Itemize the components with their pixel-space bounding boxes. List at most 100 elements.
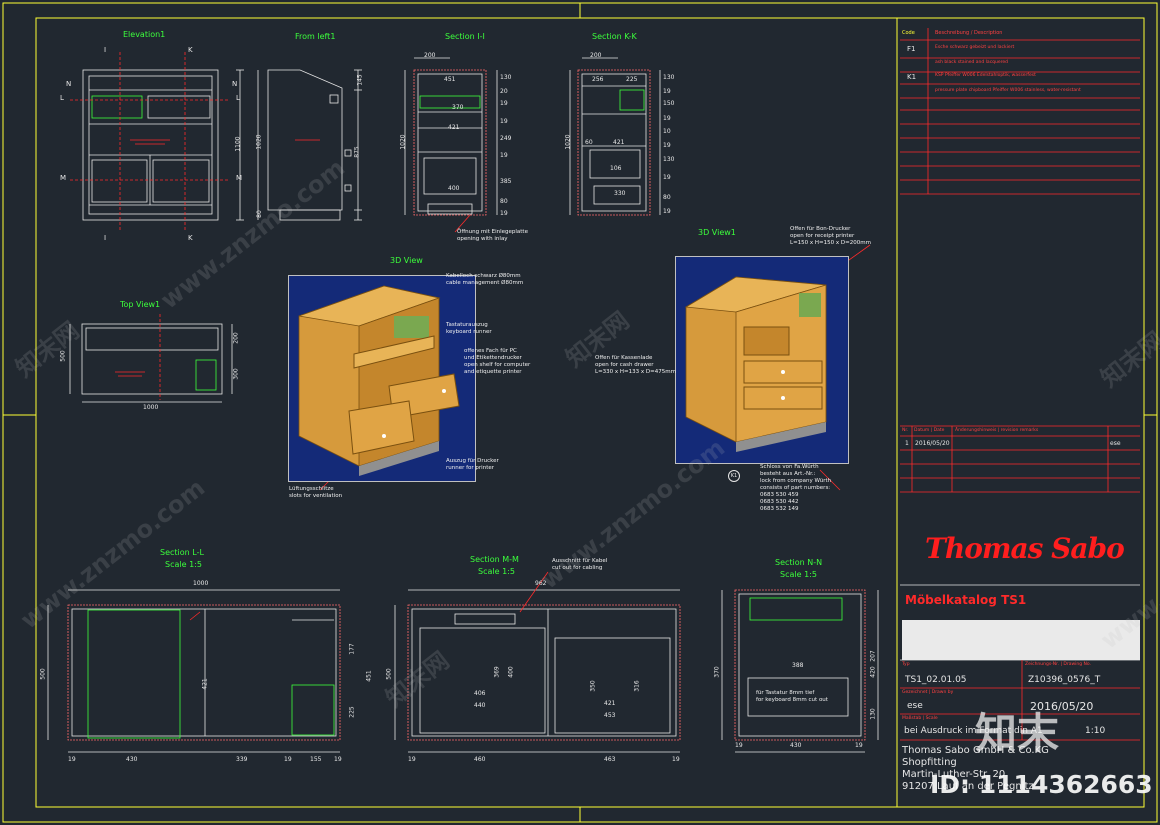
title-section-mm: Section M-M	[470, 555, 519, 564]
dim-ii-370: 370	[452, 104, 464, 111]
drawing-no-label: Zeichnungs-Nr. | Drawing No.	[1025, 662, 1092, 667]
drawing-no-value: Z10396_0576_T	[1028, 675, 1101, 685]
marker-m-left: M	[60, 174, 67, 182]
company-dept: Shopfitting	[902, 757, 957, 768]
dim-elev-1100: 1100	[234, 136, 242, 152]
dim-ii-r7: 80	[500, 198, 508, 205]
dim-kk-200: 200	[590, 52, 602, 59]
legend-desc-k1-de: KSP Pfeiffer W006 Edelstahloptik, wasser…	[935, 73, 1036, 78]
dim-kk-225: 225	[626, 76, 638, 83]
dim-kk-330: 330	[614, 190, 626, 197]
drawn-by-label: Gezeichnet | Drawn by	[902, 690, 954, 695]
legend-code-k1: K1	[907, 73, 917, 81]
marker-i-bottom: I	[104, 234, 107, 242]
dim-kk-421: 421	[613, 139, 625, 146]
dim-kk-r3: 19	[663, 115, 671, 122]
dim-ll-500: 500	[39, 668, 47, 680]
dim-ii-400: 400	[448, 185, 460, 192]
dim-ll-1000: 1000	[193, 580, 209, 587]
brand-logo: Thomas Sabo	[925, 532, 1125, 565]
title-3d-view: 3D View	[390, 256, 423, 265]
marker-i-top: I	[104, 46, 107, 54]
dim-ii-r0: 130	[500, 74, 512, 81]
dim-kk-r6: 130	[663, 156, 675, 163]
legend-desc-k1-en: pressure plate chipboard Pfeiffer W006 s…	[935, 88, 1081, 93]
dim-ll-177: 177	[348, 643, 356, 655]
revision-header-date: Datum | Date	[914, 428, 945, 433]
dim-ii-451: 451	[444, 76, 456, 83]
revision-row-date: 2016/05/20	[915, 440, 950, 447]
dim-kk-1020: 1020	[564, 134, 572, 150]
dim-ll-b1: 430	[126, 756, 138, 763]
revision-row-by: ese	[1110, 440, 1121, 447]
top-view-drawing	[69, 314, 233, 403]
title-top-view1: Top View1	[120, 300, 161, 309]
dim-nn-b0: 19	[735, 742, 743, 749]
dim-ii-r5: 19	[500, 152, 508, 159]
section-ii-drawing	[404, 57, 498, 233]
marker-n-right: N	[232, 80, 238, 88]
watermark-id: ID: 1114362663	[930, 770, 1153, 799]
note-cash-drawer: Offen für Kassenlade open for cash drawe…	[595, 355, 676, 375]
dim-ii-r3: 19	[500, 118, 508, 125]
note-open-shelf: offenes Fach für PC und Etikettendrucker…	[464, 348, 531, 375]
dim-kk-60: 60	[585, 139, 593, 146]
dim-ii-421: 421	[448, 124, 460, 131]
dim-nn-b1: 430	[790, 742, 802, 749]
note-lock-wuerth: Schloss von Fa.Würth besteht aus Art.-Nr…	[760, 464, 832, 512]
dim-mm-406: 406	[474, 690, 486, 697]
dim-kk-r1: 19	[663, 88, 671, 95]
marker-l-left: L	[60, 94, 64, 102]
dim-mm-400: 400	[507, 666, 515, 678]
scale-section-ll: Scale 1:5	[165, 560, 202, 569]
drawn-by-value: ese	[907, 701, 923, 711]
dim-ii-r4: 249	[500, 135, 512, 142]
view3d-right-render	[675, 256, 849, 464]
dim-mm-453: 453	[604, 712, 616, 719]
dim-kk-r8: 80	[663, 194, 671, 201]
legend-desc-f1-en: ash black stained and lacquered	[935, 60, 1009, 65]
title-section-ll: Section L-L	[160, 548, 204, 557]
dim-mm-440: 440	[474, 702, 486, 709]
dim-kk-r7: 19	[663, 174, 671, 181]
dim-ll-b0: 19	[68, 756, 76, 763]
title-section-ii: Section I-I	[445, 32, 485, 41]
note-opening-inlay: Öffnung mit Einlegeplatte opening with i…	[457, 229, 528, 242]
type-label: Typ	[902, 662, 910, 667]
scale-value: 1:10	[1085, 726, 1106, 736]
dim-mm-316: 316	[633, 680, 641, 692]
dim-mm-b1: 460	[474, 756, 486, 763]
note-printer-runner: Auszug für Drucker runner for printer	[446, 458, 499, 471]
dim-mm-369: 369	[493, 666, 501, 678]
view3d-left-render	[288, 275, 476, 482]
revision-header-nr: Nr.	[902, 428, 909, 433]
dim-nn-370: 370	[713, 666, 721, 678]
dim-kk-r4: 10	[663, 128, 671, 135]
dim-mm-350: 350	[589, 680, 597, 692]
dim-nn-388: 388	[792, 662, 804, 669]
title-section-nn: Section N-N	[775, 558, 823, 567]
title-elevation1: Elevation1	[123, 30, 166, 39]
section-ll-drawing	[47, 589, 341, 753]
dim-left-145: 145	[356, 74, 364, 86]
dim-kk-r9: 19	[663, 208, 671, 215]
legend-desc-f1-de: Esche schwarz gebeizt und lackiert	[935, 45, 1015, 50]
legend-header-desc: Beschreibung / Description	[935, 30, 1003, 36]
title-3d-view1: 3D View1	[698, 228, 736, 237]
dim-mm-421: 421	[604, 700, 616, 707]
dim-nn-207: 207	[869, 650, 877, 662]
k1-detail-marker: K1	[728, 470, 740, 482]
dim-top-300: 300	[232, 368, 240, 380]
scale-section-mm: Scale 1:5	[478, 567, 515, 576]
dim-ii-r8: 19	[500, 210, 508, 217]
watermark-brand-cn: 知末	[975, 709, 1060, 758]
dim-ll-421: 421	[201, 678, 209, 690]
dim-mm-b3: 19	[672, 756, 680, 763]
dim-left-875: 875	[353, 146, 361, 158]
dim-ii-200: 200	[424, 52, 436, 59]
dim-ii-1020: 1020	[399, 134, 407, 150]
type-value: TS1_02.01.05	[905, 675, 967, 685]
dim-ll-225: 225	[348, 706, 356, 718]
dim-kk-256: 256	[592, 76, 604, 83]
marker-l-right: L	[236, 94, 240, 102]
